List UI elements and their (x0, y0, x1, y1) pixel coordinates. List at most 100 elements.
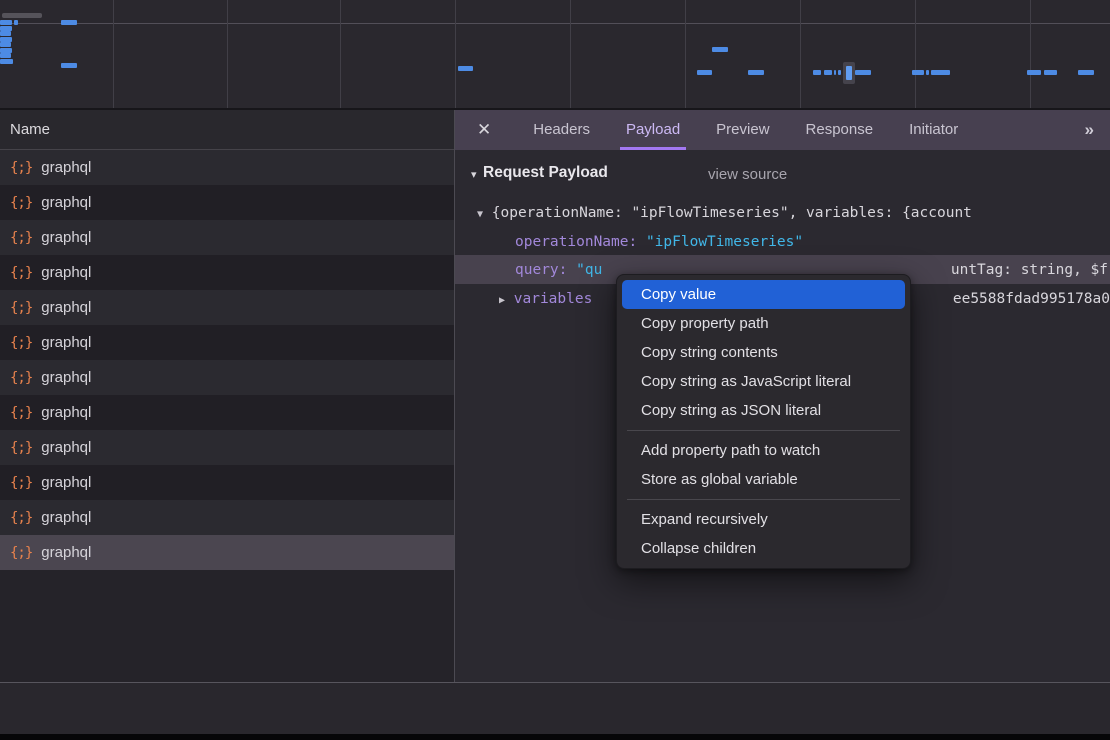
tab-response[interactable]: Response (804, 110, 876, 150)
menu-item-store-as-global-variable[interactable]: Store as global variable (617, 465, 910, 494)
json-braces-icon: {;} (10, 510, 32, 526)
menu-item-copy-string-contents[interactable]: Copy string contents (617, 338, 910, 367)
waterfall-bar (1044, 70, 1057, 75)
overview-gridline (113, 0, 114, 108)
request-list-body: {;} graphql {;} graphql {;} graphql {;} graphql… (0, 150, 454, 570)
menu-item-copy-string-as-javascript-literal[interactable]: Copy string as JavaScript literal (617, 367, 910, 396)
waterfall-bar (834, 70, 836, 75)
waterfall-bar (697, 70, 712, 75)
waterfall-bar (0, 42, 11, 47)
context-menu: Copy valueCopy property pathCopy string … (616, 274, 911, 569)
request-name-label: graphql (41, 474, 91, 491)
menu-item-copy-value[interactable]: Copy value (622, 280, 905, 309)
detail-tabs: Headers Payload Preview Response Initiator (515, 110, 976, 150)
json-braces-icon: {;} (10, 475, 32, 491)
operation-name-row[interactable]: operationName: "ipFlowTimeseries" (515, 231, 803, 253)
request-row[interactable]: {;} graphql (0, 465, 454, 500)
waterfall-bar (855, 70, 871, 75)
waterfall-bar (61, 20, 77, 25)
request-name-label: graphql (41, 264, 91, 281)
request-row[interactable]: {;} graphql (0, 500, 454, 535)
window-bottom-edge (0, 734, 1110, 740)
request-payload-header: ▾ Request Payload view source (455, 164, 1110, 188)
waterfall-bar (931, 70, 950, 75)
waterfall-bar (14, 20, 18, 25)
request-row[interactable]: {;} graphql (0, 325, 454, 360)
view-source-link[interactable]: view source (708, 166, 787, 183)
waterfall-bar (712, 47, 728, 52)
tab-initiator[interactable]: Initiator (907, 110, 960, 150)
request-row[interactable]: {;} graphql (0, 220, 454, 255)
request-row[interactable]: {;} graphql (0, 255, 454, 290)
request-list-panel: Name {;}graphql{;}graphql{;}graphql{;}gr… (0, 110, 454, 682)
payload-preview-line[interactable]: ▼ {operationName: "ipFlowTimeseries", va… (477, 202, 972, 224)
overview-gridline (1030, 0, 1031, 108)
devtools-network-panel: Name {;}graphql{;}graphql{;}graphql{;}gr… (0, 0, 1110, 740)
overview-gridline (685, 0, 686, 108)
request-name-label: graphql (41, 509, 91, 526)
menu-item-copy-string-as-json-literal[interactable]: Copy string as JSON literal (617, 396, 910, 425)
close-icon[interactable]: ✕ (477, 120, 491, 140)
json-braces-icon: {;} (10, 405, 32, 421)
json-braces-icon: {;} (10, 370, 32, 386)
variables-row[interactable]: ▶ variables (499, 288, 592, 310)
query-value-visible: "qu (576, 262, 602, 278)
request-name-label: graphql (41, 334, 91, 351)
query-row[interactable]: query: "qu (515, 259, 602, 281)
request-row[interactable]: {;}graphql (0, 150, 454, 185)
json-braces-icon: {;} (10, 230, 32, 246)
request-row[interactable]: {;}graphql (0, 290, 454, 325)
json-braces-icon: {;} (10, 335, 32, 351)
waterfall-bar (1027, 70, 1041, 75)
query-value-right-fragment: untTag: string, $f (951, 259, 1108, 281)
tab-headers[interactable]: Headers (531, 110, 592, 150)
variables-key: variables (514, 291, 593, 307)
request-name-label: graphql (41, 229, 91, 246)
request-row[interactable]: {;} graphql (0, 185, 454, 220)
request-row[interactable]: {;}graphql (0, 430, 454, 465)
json-braces-icon: {;} (10, 265, 32, 281)
waterfall-bar (926, 70, 929, 75)
waterfall-bar (1078, 70, 1094, 75)
waterfall-bar (748, 70, 764, 75)
menu-item-copy-property-path[interactable]: Copy property path (617, 309, 910, 338)
request-name-label: graphql (41, 159, 91, 176)
request-name-label: graphql (41, 194, 91, 211)
status-bar (0, 682, 1110, 735)
json-braces-icon: {;} (10, 195, 32, 211)
request-name-label: graphql (41, 299, 91, 316)
operation-name-value: "ipFlowTimeseries" (646, 234, 803, 250)
menu-item-add-property-path-to-watch[interactable]: Add property path to watch (617, 436, 910, 465)
request-row[interactable]: {;} graphql (0, 535, 454, 570)
overview-gridline (915, 0, 916, 108)
name-column-header[interactable]: Name (0, 110, 454, 150)
waterfall-bar (824, 70, 832, 75)
request-name-label: graphql (41, 544, 91, 561)
tab-preview[interactable]: Preview (714, 110, 771, 150)
request-name-label: graphql (41, 404, 91, 421)
menu-item-expand-recursively[interactable]: Expand recursively (617, 505, 910, 534)
request-name-label: graphql (41, 369, 91, 386)
network-overview[interactable] (0, 0, 1110, 110)
payload-preview-text: {operationName: "ipFlowTimeseries", vari… (492, 205, 972, 221)
collapse-triangle-icon[interactable]: ▾ (471, 168, 477, 181)
more-tabs-icon[interactable]: » (1085, 120, 1092, 140)
menu-separator (627, 430, 900, 431)
overview-gridline (340, 0, 341, 108)
query-key: query: (515, 262, 567, 278)
waterfall-bar (0, 53, 11, 58)
request-name-label: graphql (41, 439, 91, 456)
operation-name-key: operationName: (515, 234, 637, 250)
overview-gridline (570, 0, 571, 108)
tab-payload[interactable]: Payload (624, 110, 682, 150)
waterfall-bar (0, 31, 11, 36)
request-payload-title: Request Payload (483, 164, 608, 182)
overview-gray-bar (2, 13, 42, 18)
menu-item-collapse-children[interactable]: Collapse children (617, 534, 910, 563)
request-row[interactable]: {;} graphql (0, 395, 454, 430)
waterfall-bar (0, 59, 13, 64)
menu-separator (627, 499, 900, 500)
detail-tabbar: ✕ Headers Payload Preview Response Initiator… (455, 110, 1110, 150)
json-braces-icon: {;} (10, 545, 32, 561)
request-row[interactable]: {;} graphql (0, 360, 454, 395)
